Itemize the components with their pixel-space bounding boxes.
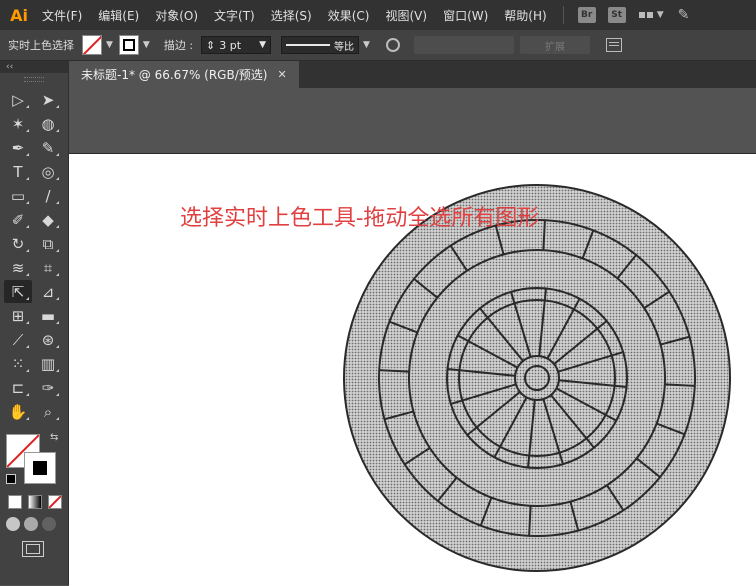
artwork-wheel[interactable]: [0, 0, 756, 585]
wheel-outer-ring[interactable]: [343, 184, 731, 572]
canvas-annotation: 选择实时上色工具-拖动全选所有图形: [180, 206, 540, 231]
